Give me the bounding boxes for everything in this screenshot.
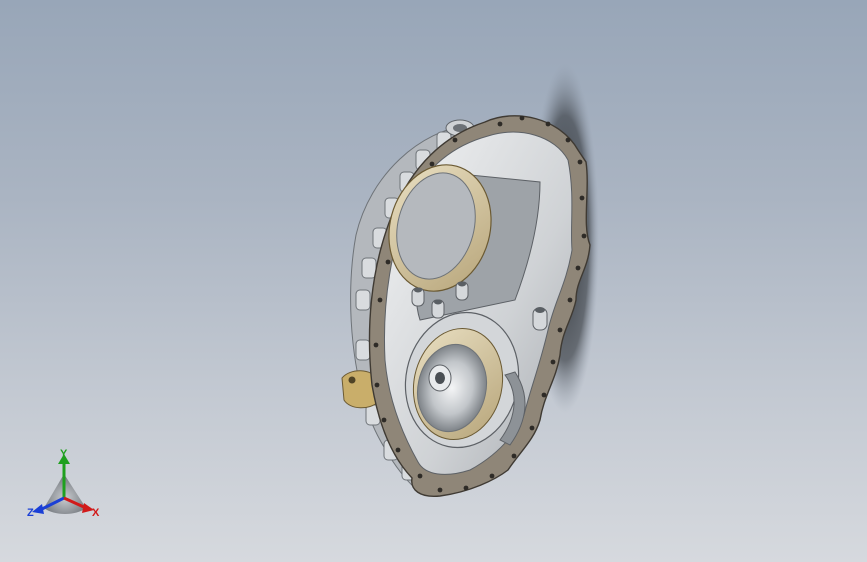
gearbox-housing[interactable] (341, 115, 591, 497)
graphics-viewport[interactable]: Y Z X (0, 0, 867, 562)
lower-bore-center (435, 372, 445, 384)
x-axis-label: X (92, 507, 100, 519)
z-axis-label: Z (27, 507, 34, 519)
z-axis-arrow (32, 504, 44, 514)
reference-triad: Y Z X (27, 448, 100, 519)
lug-hole (348, 376, 356, 384)
3d-model-view[interactable] (0, 0, 867, 562)
y-axis-label: Y (60, 448, 68, 460)
